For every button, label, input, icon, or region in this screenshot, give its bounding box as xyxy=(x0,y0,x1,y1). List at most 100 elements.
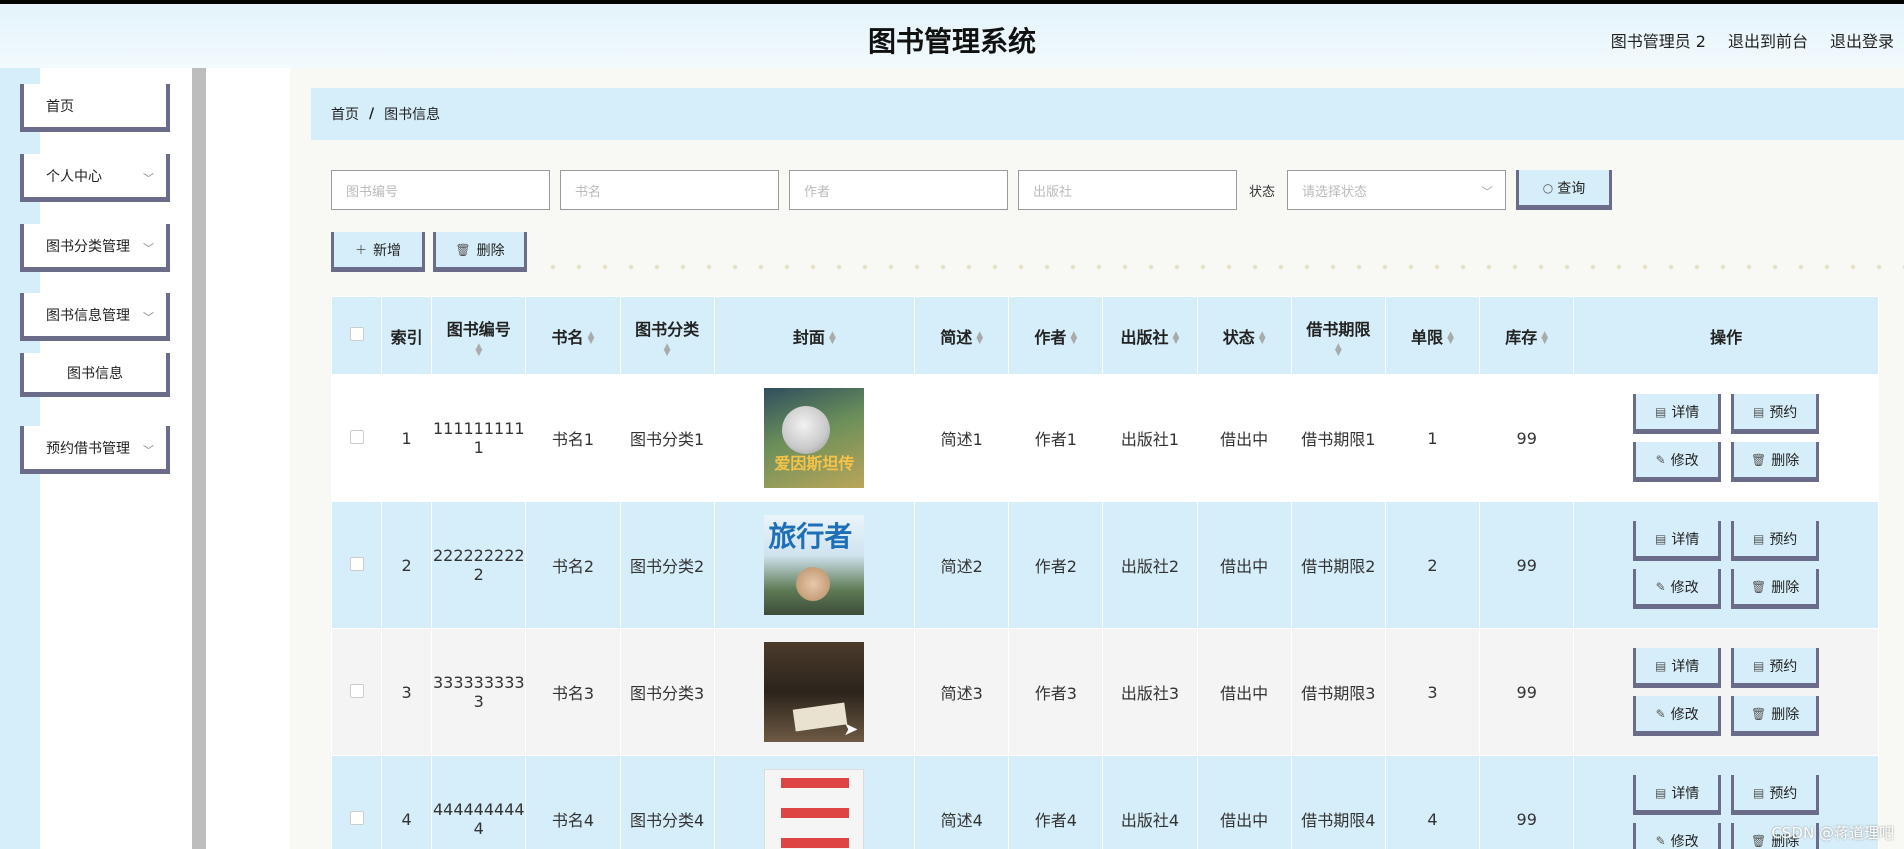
cell-status: 借出中 xyxy=(1196,628,1292,756)
chevron-down-icon: ﹀ xyxy=(143,242,154,255)
book-cover-image[interactable]: ➤ xyxy=(764,642,865,742)
user-name[interactable]: 图书管理员 2 xyxy=(1611,28,1706,52)
edit-button[interactable]: ✎ 修改 xyxy=(1633,569,1722,609)
sidebar-item-category-management[interactable]: 图书分类管理 ﹀ xyxy=(20,224,170,272)
batch-delete-button[interactable]: 🗑 删除 xyxy=(433,232,527,272)
document-icon: ▤ xyxy=(1752,404,1765,419)
col-publisher[interactable]: 出版社 ▲ ▼ xyxy=(1102,296,1198,375)
add-button[interactable]: ＋ 新增 xyxy=(331,232,425,272)
document-icon: ▤ xyxy=(1654,658,1667,673)
cover-portrait xyxy=(782,406,831,454)
sidebar-item-label: 首页 xyxy=(46,98,74,115)
query-button[interactable]: ○ 查询 xyxy=(1516,170,1613,210)
edit-icon: ✎ xyxy=(1655,706,1666,721)
delete-button[interactable]: 🗑 删除 xyxy=(1731,442,1820,482)
detail-button[interactable]: ▤ 详情 xyxy=(1633,775,1722,815)
breadcrumb-current: 图书信息 xyxy=(384,107,441,123)
cell-publisher: 出版社2 xyxy=(1102,501,1198,629)
publisher-input[interactable]: 出版社 xyxy=(1018,170,1237,210)
sidebar-scrollbar[interactable] xyxy=(192,68,206,849)
select-all-header[interactable] xyxy=(330,296,383,375)
book-cover-image[interactable] xyxy=(764,769,865,849)
chevron-down-icon: ﹀ xyxy=(143,172,154,185)
edit-icon: ✎ xyxy=(1655,452,1666,467)
reserve-button[interactable]: ▤ 预约 xyxy=(1731,394,1820,434)
cell-stock: 99 xyxy=(1479,374,1575,502)
cell-status: 借出中 xyxy=(1196,501,1292,629)
edit-button[interactable]: ✎ 修改 xyxy=(1633,442,1722,482)
status-select[interactable]: 请选择状态 ﹀ xyxy=(1287,170,1507,210)
logout-link[interactable]: 退出登录 xyxy=(1830,28,1894,52)
sidebar-item-reservation-management[interactable]: 预约借书管理 ﹀ xyxy=(20,426,170,474)
cell-category: 图书分类1 xyxy=(619,374,715,502)
reserve-button[interactable]: ▤ 预约 xyxy=(1731,648,1820,688)
sidebar-item-label: 预约借书管理 xyxy=(46,440,130,457)
reserve-button[interactable]: ▤ 预约 xyxy=(1731,775,1820,815)
app-header: 图书管理系统 图书管理员 2 退出到前台 退出登录 xyxy=(0,4,1904,68)
document-icon: ▤ xyxy=(1752,658,1765,673)
cell-summary: 简述1 xyxy=(914,374,1010,502)
col-limit[interactable]: 单限 ▲ ▼ xyxy=(1384,296,1481,375)
author-input[interactable]: 作者 xyxy=(789,170,1008,210)
book-cover-image[interactable]: 旅行者 xyxy=(764,515,865,615)
breadcrumb-separator: / xyxy=(369,106,375,122)
watermark: CSDN @蒋道理吧 xyxy=(1771,824,1894,842)
reserve-button[interactable]: ▤ 预约 xyxy=(1731,521,1820,561)
delete-button[interactable]: 🗑 删除 xyxy=(1731,569,1820,609)
cell-category: 图书分类3 xyxy=(619,628,715,756)
col-book-no[interactable]: 图书编号 ▲ ▼ xyxy=(431,296,527,375)
delete-button[interactable]: 🗑 删除 xyxy=(1731,696,1820,736)
col-cover[interactable]: 封面 ▲ ▼ xyxy=(713,296,916,375)
mouse-cursor-icon: ➤ xyxy=(843,719,859,740)
col-stock[interactable]: 库存 ▲ ▼ xyxy=(1479,296,1575,375)
sidebar-item-book-management[interactable]: 图书信息管理 ﹀ xyxy=(20,293,170,341)
select-all-checkbox[interactable] xyxy=(349,327,364,341)
title-input[interactable]: 书名 xyxy=(560,170,779,210)
sort-icon: ▲ ▼ xyxy=(1172,330,1180,346)
edit-button[interactable]: ✎ 修改 xyxy=(1633,696,1722,736)
book-no-input[interactable]: 图书编号 xyxy=(331,170,550,210)
detail-button[interactable]: ▤ 详情 xyxy=(1633,648,1722,688)
trash-icon: 🗑 xyxy=(1751,452,1767,467)
col-author[interactable]: 作者 ▲ ▼ xyxy=(1008,296,1104,375)
cell-limit: 1 xyxy=(1384,374,1481,502)
detail-button[interactable]: ▤ 详情 xyxy=(1633,521,1722,561)
cell-status: 借出中 xyxy=(1196,755,1292,849)
cell-stock: 99 xyxy=(1479,501,1575,629)
col-period[interactable]: 借书期限 ▲ ▼ xyxy=(1290,296,1386,375)
cell-stock: 99 xyxy=(1479,755,1575,849)
action-toolbar: ＋ 新增 🗑 删除 xyxy=(331,232,527,272)
cell-title: 书名4 xyxy=(525,755,621,849)
cell-book-no: 3333333333 xyxy=(431,628,527,756)
sidebar-item-personal-center[interactable]: 个人中心 ﹀ xyxy=(20,154,170,202)
sidebar-subitem-book-info[interactable]: 图书信息 xyxy=(20,353,170,397)
sidebar-item-label: 图书信息 xyxy=(67,365,123,382)
document-icon: ▤ xyxy=(1654,531,1667,546)
row-checkbox[interactable] xyxy=(349,683,364,698)
cell-index: 4 xyxy=(381,755,433,849)
edit-button[interactable]: ✎ 修改 xyxy=(1633,823,1722,849)
sort-icon: ▲ ▼ xyxy=(828,330,836,346)
col-summary[interactable]: 简述 ▲ ▼ xyxy=(914,296,1010,375)
book-cover-image[interactable]: 爱因斯坦传 xyxy=(764,388,865,488)
col-title[interactable]: 书名 ▲ ▼ xyxy=(525,296,621,375)
add-button-label: 新增 xyxy=(373,242,401,259)
chevron-up-icon: ﹀ xyxy=(143,311,154,324)
cell-title: 书名3 xyxy=(525,628,621,756)
sort-icon: ▲ ▼ xyxy=(1541,330,1549,346)
detail-button[interactable]: ▤ 详情 xyxy=(1633,394,1722,434)
breadcrumb-home[interactable]: 首页 xyxy=(331,104,359,124)
col-category[interactable]: 图书分类 ▲ ▼ xyxy=(619,296,715,375)
row-checkbox[interactable] xyxy=(349,810,364,825)
document-icon: ▤ xyxy=(1654,785,1667,800)
cover-title: 爱因斯坦传 xyxy=(774,454,855,473)
sort-icon: ▲ ▼ xyxy=(1334,341,1342,358)
col-status[interactable]: 状态 ▲ ▼ xyxy=(1196,296,1292,375)
sidebar-item-home[interactable]: 首页 xyxy=(20,84,170,132)
edit-icon: ✎ xyxy=(1655,579,1666,594)
row-checkbox[interactable] xyxy=(349,556,364,571)
back-to-front-link[interactable]: 退出到前台 xyxy=(1728,28,1808,52)
row-checkbox[interactable] xyxy=(349,429,364,444)
cover-portrait xyxy=(796,567,831,601)
chevron-down-icon: ﹀ xyxy=(1481,185,1494,199)
